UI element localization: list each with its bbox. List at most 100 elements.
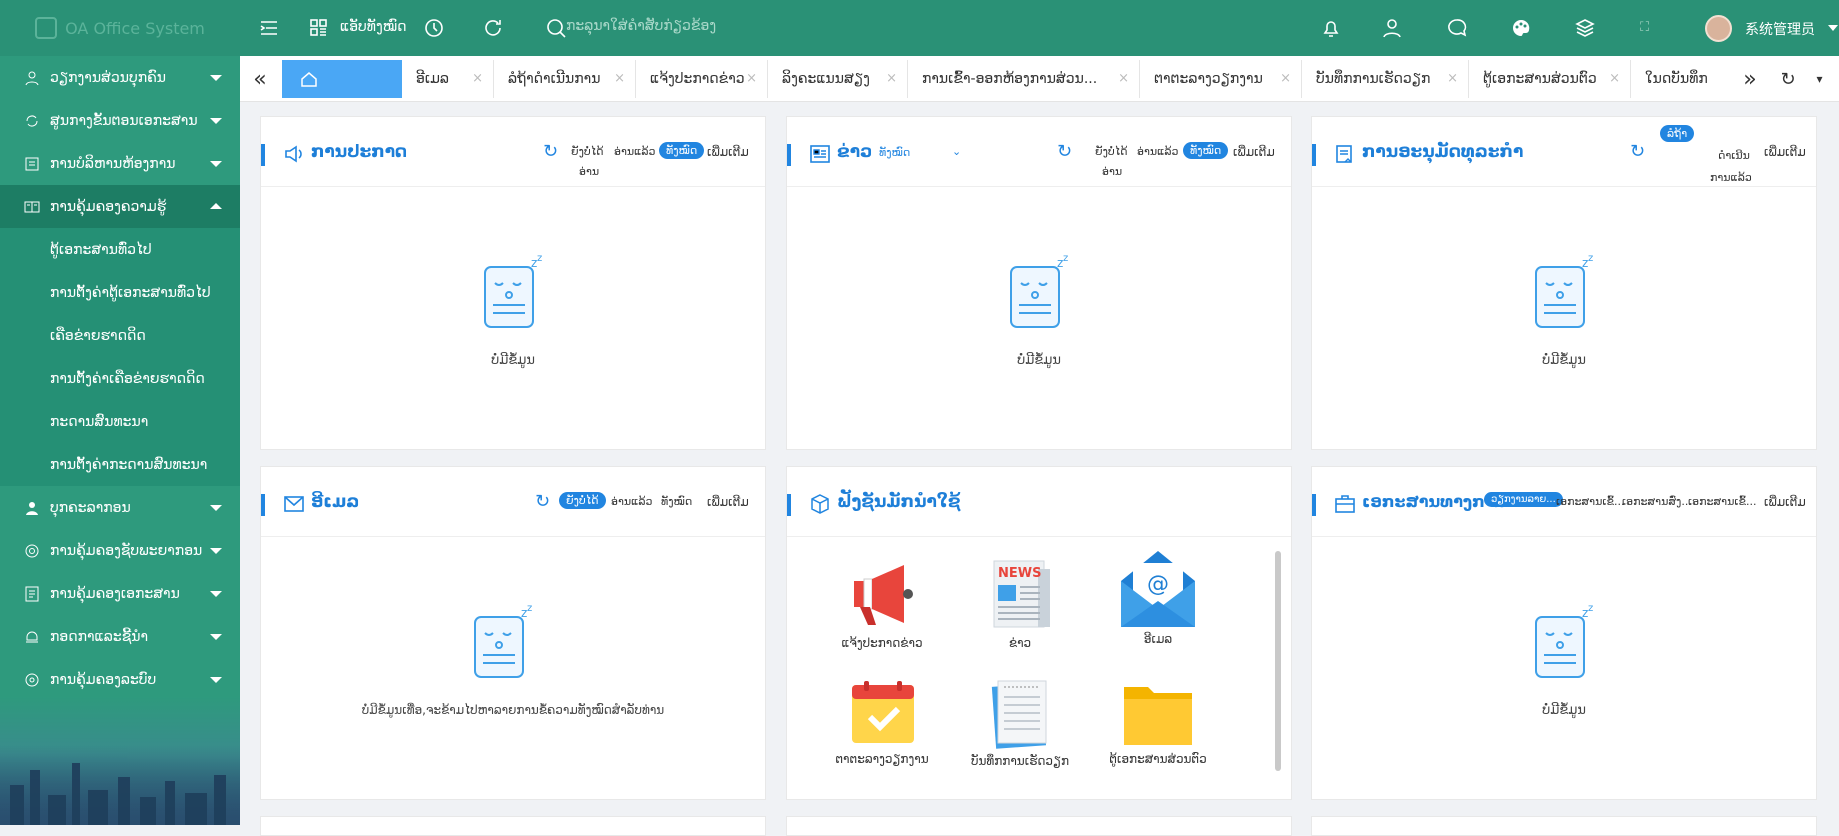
sidebar-item-office[interactable]: ການບໍລິຫານຫ້ອງການ xyxy=(0,142,240,185)
filter-unread-line2: ອ່ານ xyxy=(1102,165,1123,178)
tabs-menu-chevron-icon[interactable]: ▾ xyxy=(1800,56,1839,102)
tab-sent-docs[interactable]: ເອກະສານສົ່ງ... xyxy=(1622,495,1692,508)
sidebar-item-supervision[interactable]: ກອດກາແລະຊີ້ນໍາ xyxy=(0,615,240,658)
shortcuts-card: ຟັງຊັນມັກນໍາໃຊ້ ແຈ້ງປະກາດຂ່າວ NEWS ຂ່າວ … xyxy=(786,466,1292,800)
tab-notes[interactable]: ໃນດບັນທຶກ xyxy=(1631,60,1731,98)
filter-unread[interactable]: ຍັງບໍ່ໄດ້ xyxy=(559,492,606,509)
tab-home[interactable] xyxy=(282,60,402,98)
sidebar-item-documents[interactable]: ການຄຸ້ມຄອງເອກະສານ xyxy=(0,572,240,615)
shortcut-schedule[interactable]: ຕາຕະລາງວຽກງານ xyxy=(827,679,937,766)
search-input[interactable]: ກະລຸນາໃສ່ຄໍາສັບກ່ຽວຂ້ອງ xyxy=(566,18,716,34)
empty-state-icon: zz xyxy=(474,603,532,678)
svg-text:z: z xyxy=(1063,253,1068,264)
close-icon[interactable]: × xyxy=(746,71,757,86)
scrollbar[interactable] xyxy=(1275,551,1281,771)
filter-read[interactable]: ອ່ານແລ້ວ xyxy=(611,495,652,508)
more-link[interactable]: ເພີ່ມເຕີມ xyxy=(707,145,749,159)
chevron-down-icon xyxy=(210,161,222,167)
user-menu-chevron-icon[interactable] xyxy=(1828,25,1838,31)
shortcut-work-log[interactable]: ບັນທຶກການເຮັດວຽກ xyxy=(965,677,1075,768)
chat-icon[interactable] xyxy=(1446,17,1468,43)
tab-received-docs[interactable]: ເອກະສານເຂົ້... xyxy=(1688,495,1756,508)
shortcut-email[interactable]: @ ອີເມລ xyxy=(1103,549,1213,646)
tab-attendance[interactable]: ການເຂົ້າ-ອອກຫ້ອງການສ່ວນ... × xyxy=(908,60,1140,98)
filter-read[interactable]: ອ່ານແລ້ວ xyxy=(614,145,655,158)
tab-schedule[interactable]: ຕາຕະລາງວຽກງານ × xyxy=(1140,60,1302,98)
avatar[interactable] xyxy=(1705,15,1732,42)
app-logo[interactable]: OA Office System xyxy=(0,0,240,56)
filter-done[interactable]: ດໍາເນີນ xyxy=(1718,149,1750,162)
tabs-scroll-right-icon[interactable]: » xyxy=(1730,56,1770,102)
tabs-scroll-left-icon[interactable]: « xyxy=(240,56,280,102)
tab-announcements[interactable]: ແຈ້ງປະກາດຂ່າວ × xyxy=(636,60,768,98)
sidebar-subitem-network-disk[interactable]: ເຄືອຂ່າຍຮາດດິດ xyxy=(0,314,240,357)
card-accent-bar xyxy=(261,144,265,166)
tab-personal-cabinet[interactable]: ຕູ້ເອກະສານສ່ວນຕົວ × xyxy=(1469,60,1631,98)
filter-unread[interactable]: ຍັງບໍ່ໄດ້ xyxy=(1095,145,1128,158)
close-icon[interactable]: × xyxy=(1118,71,1129,86)
close-icon[interactable]: × xyxy=(472,71,483,86)
sidebar-item-knowledge[interactable]: ການຄຸ້ມຄອງຄວາມຮູ້ xyxy=(0,185,240,228)
tab-label: ບັນທຶກການເຮັດວຽກ xyxy=(1316,71,1431,87)
refresh-icon[interactable]: ↻ xyxy=(1057,141,1072,162)
tab-work-list[interactable]: ວຽກງານລາຍ... xyxy=(1484,492,1563,507)
sidebar-item-personal[interactable]: ວຽກງານສ່ວນບຸກຄົນ xyxy=(0,56,240,99)
refresh-icon[interactable] xyxy=(482,17,504,43)
chevron-down-icon xyxy=(210,548,222,554)
shortcut-announcements[interactable]: ແຈ້ງປະກາດຂ່າວ xyxy=(827,557,937,650)
more-link[interactable]: ເພີ່ມເຕີມ xyxy=(1764,145,1806,159)
bell-icon[interactable] xyxy=(1320,17,1342,43)
chevron-down-icon[interactable]: ⌄ xyxy=(952,145,961,158)
layers-icon[interactable] xyxy=(1574,17,1596,43)
sidebar-item-resources[interactable]: ການຄຸ້ມຄອງຊັບພະຍາກອນ xyxy=(0,529,240,572)
tab-label: ໃນດບັນທຶກ xyxy=(1645,71,1708,87)
more-link[interactable]: ເພີ່ມເຕີມ xyxy=(1233,145,1275,159)
more-link[interactable]: ເພີ່ມເຕີມ xyxy=(1764,495,1806,509)
tab-work-log[interactable]: ບັນທຶກການເຮັດວຽກ × xyxy=(1302,60,1469,98)
sidebar-subitem-network-disk-settings[interactable]: ການຕັ້ງຄ່າເຄືອຂ່າຍຮາດດິດ xyxy=(0,357,240,400)
filter-all[interactable]: ທັງໝົດ xyxy=(659,142,705,159)
more-link[interactable]: ເພີ່ມເຕີມ xyxy=(707,495,749,509)
refresh-icon[interactable]: ↻ xyxy=(543,141,558,162)
close-icon[interactable]: × xyxy=(614,71,625,86)
refresh-icon[interactable]: ↻ xyxy=(535,491,550,512)
filter-read[interactable]: ອ່ານແລ້ວ xyxy=(1137,145,1178,158)
sidebar-subitem-forum-settings[interactable]: ການຕັ້ງຄ່າກະດານສົນທະນາ xyxy=(0,443,240,486)
user-name[interactable]: 系统管理员 xyxy=(1745,19,1815,39)
theme-palette-icon[interactable] xyxy=(1510,17,1532,43)
apps-grid-icon[interactable] xyxy=(308,17,330,43)
tab-incoming-docs[interactable]: ເອກະສານເຂົ້... xyxy=(1556,495,1624,508)
tab-label: ລິງຄະແນນສຽງ xyxy=(782,71,870,87)
apps-label[interactable]: ແອັບທັງໝົດ xyxy=(340,19,407,35)
tab-pending[interactable]: ລໍຖ້າດໍາເນີນການ × xyxy=(494,60,636,98)
tab-votes[interactable]: ລິງຄະແນນສຽງ × xyxy=(768,60,908,98)
sidebar-item-system[interactable]: ການຄຸ້ມຄອງລະບົບ xyxy=(0,658,240,701)
tabs-bar: « ອີເມລ × ລໍຖ້າດໍາເນີນການ × ແຈ້ງປະກາດຂ່າວ ×… xyxy=(240,56,1839,102)
refresh-icon[interactable]: ↻ xyxy=(1630,141,1645,162)
sidebar-item-hr[interactable]: ບຸກຄະລາກອນ xyxy=(0,486,240,529)
history-icon[interactable] xyxy=(423,17,445,43)
sidebar-subitem-public-docs-settings[interactable]: ການຕັ້ງຄ່າຕູ້ເອກະສານທົ່ວໄປ xyxy=(0,271,240,314)
close-icon[interactable]: × xyxy=(886,71,897,86)
sidebar-item-workflow[interactable]: ສູນກາງຂັ້ນຕອນເອກະສານ xyxy=(0,99,240,142)
shortcut-news[interactable]: NEWS ຂ່າວ xyxy=(965,555,1075,650)
card-partial xyxy=(1311,816,1817,836)
sidebar-subitem-public-docs[interactable]: ຕູ້ເອກະສານທົ່ວໄປ xyxy=(0,228,240,271)
folder-icon xyxy=(1124,687,1192,745)
filter-unread[interactable]: ຍັງບໍ່ໄດ້ xyxy=(571,145,604,158)
shortcut-personal-cabinet[interactable]: ຕູ້ເອກະສານສ່ວນຕົວ xyxy=(1103,679,1213,766)
fullscreen-icon[interactable]: ⛶ xyxy=(1640,17,1649,39)
filter-all[interactable]: ທັງໝົດ xyxy=(661,495,692,508)
tab-email[interactable]: ອີເມລ × xyxy=(402,60,494,98)
people-icon xyxy=(26,501,38,515)
close-icon[interactable]: × xyxy=(1609,71,1620,86)
filter-all[interactable]: ທັງໝົດ xyxy=(1183,142,1229,159)
sidebar-subitem-forum[interactable]: ກະດານສົນທະນາ xyxy=(0,400,240,443)
filter-pending[interactable]: ລໍຖ້າ xyxy=(1660,125,1695,142)
contacts-icon[interactable] xyxy=(1381,17,1403,43)
search-icon[interactable] xyxy=(545,17,567,43)
news-category-select[interactable]: ທັງໝົດ xyxy=(879,146,910,159)
menu-toggle-icon[interactable] xyxy=(258,17,280,43)
close-icon[interactable]: × xyxy=(1447,71,1458,86)
close-icon[interactable]: × xyxy=(1280,71,1291,86)
